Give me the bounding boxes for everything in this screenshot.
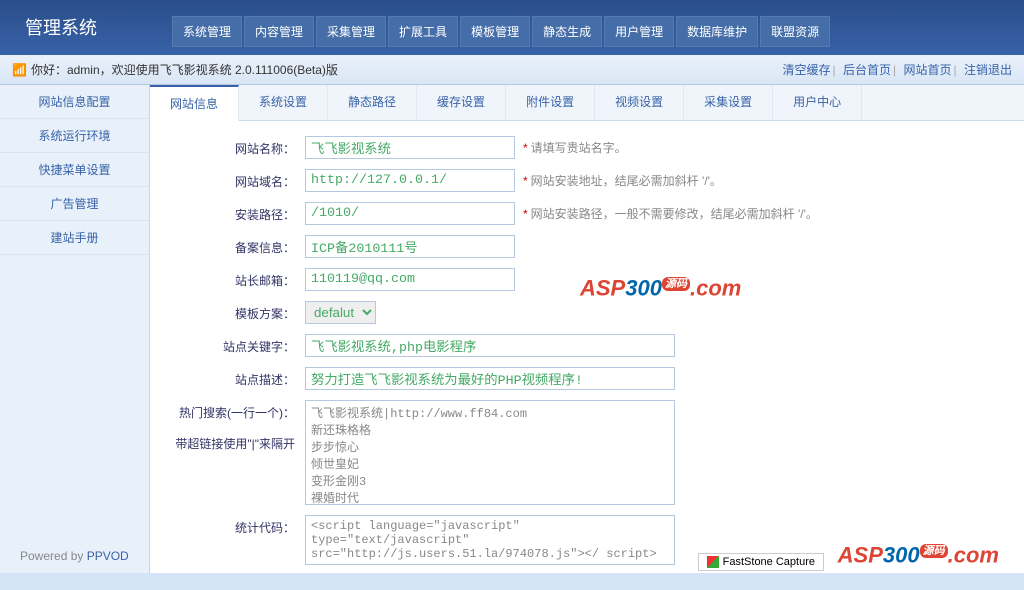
input-icp[interactable] (305, 235, 515, 258)
label-icp: 备案信息： (160, 235, 305, 256)
info-bar: 📶 你好：admin，欢迎使用飞飞影视系统 2.0.111006(Beta)版 … (0, 55, 1024, 85)
nav-database[interactable]: 数据库维护 (676, 16, 758, 47)
label-hotsearch: 热门搜索(一行一个)： 带超链接使用"|"来隔开 (160, 400, 305, 452)
tab-static-path[interactable]: 静态路径 (328, 85, 417, 120)
tab-video[interactable]: 视频设置 (595, 85, 684, 120)
hint-site-url: *网站安装地址，结尾必需加斜杆 '/'。 (523, 172, 722, 189)
sidebar-manual[interactable]: 建站手册 (0, 221, 149, 255)
tabs: 网站信息 系统设置 静态路径 缓存设置 附件设置 视频设置 采集设置 用户中心 (150, 85, 1024, 121)
hint-site-name: *请填写贵站名字。 (523, 139, 627, 156)
label-template: 模板方案： (160, 301, 305, 322)
label-description: 站点描述： (160, 367, 305, 388)
tab-attachment[interactable]: 附件设置 (506, 85, 595, 120)
nav-union[interactable]: 联盟资源 (760, 16, 830, 47)
input-site-url[interactable] (305, 169, 515, 192)
hint-install-path: *网站安装路径，一般不需要修改，结尾必需加斜杆 '/'。 (523, 205, 818, 222)
tab-user-center[interactable]: 用户中心 (773, 85, 862, 120)
link-logout[interactable]: 注销退出 (964, 63, 1012, 77)
logo: 管理系统 (10, 14, 112, 55)
label-keywords: 站点关键字： (160, 334, 305, 355)
greeting-text: 你好：admin，欢迎使用飞飞影视系统 2.0.111006(Beta)版 (31, 61, 338, 78)
link-site-home[interactable]: 网站首页 (904, 63, 952, 77)
nav-template[interactable]: 模板管理 (460, 16, 530, 47)
input-install-path[interactable] (305, 202, 515, 225)
label-install-path: 安装路径： (160, 202, 305, 223)
nav-user[interactable]: 用户管理 (604, 16, 674, 47)
tab-site-info[interactable]: 网站信息 (150, 85, 239, 121)
sidebar-ads[interactable]: 广告管理 (0, 187, 149, 221)
select-template[interactable]: defalut (305, 301, 376, 324)
label-site-name: 网站名称： (160, 136, 305, 157)
label-email: 站长邮箱： (160, 268, 305, 289)
sidebar-runtime[interactable]: 系统运行环境 (0, 119, 149, 153)
powered-by: Powered by PPVOD (20, 549, 129, 563)
input-email[interactable] (305, 268, 515, 291)
top-navigation: 系统管理 内容管理 采集管理 扩展工具 模板管理 静态生成 用户管理 数据库维护… (172, 16, 830, 55)
tab-collect[interactable]: 采集设置 (684, 85, 773, 120)
sidebar-shortcut[interactable]: 快捷菜单设置 (0, 153, 149, 187)
input-site-name[interactable] (305, 136, 515, 159)
link-clear-cache[interactable]: 清空缓存 (783, 63, 831, 77)
nav-content[interactable]: 内容管理 (244, 16, 314, 47)
main: 网站信息配置 系统运行环境 快捷菜单设置 广告管理 建站手册 Powered b… (0, 85, 1024, 573)
nav-static[interactable]: 静态生成 (532, 16, 602, 47)
powered-link[interactable]: PPVOD (87, 549, 129, 563)
link-admin-home[interactable]: 后台首页 (843, 63, 891, 77)
label-stats: 统计代码： (160, 515, 305, 536)
signal-icon: 📶 (12, 63, 27, 77)
sidebar: 网站信息配置 系统运行环境 快捷菜单设置 广告管理 建站手册 Powered b… (0, 85, 150, 573)
nav-system[interactable]: 系统管理 (172, 16, 242, 47)
sidebar-site-config[interactable]: 网站信息配置 (0, 85, 149, 119)
watermark-logo: ASP300源码.com (580, 275, 999, 568)
tab-cache[interactable]: 缓存设置 (417, 85, 506, 120)
nav-collect[interactable]: 采集管理 (316, 16, 386, 47)
label-site-url: 网站域名： (160, 169, 305, 190)
tab-system[interactable]: 系统设置 (239, 85, 328, 120)
header: 管理系统 系统管理 内容管理 采集管理 扩展工具 模板管理 静态生成 用户管理 … (0, 0, 1024, 55)
content: 网站信息 系统设置 静态路径 缓存设置 附件设置 视频设置 采集设置 用户中心 … (150, 85, 1024, 573)
nav-extend[interactable]: 扩展工具 (388, 16, 458, 47)
infobar-links: 清空缓存| 后台首页| 网站首页| 注销退出 (781, 61, 1012, 78)
